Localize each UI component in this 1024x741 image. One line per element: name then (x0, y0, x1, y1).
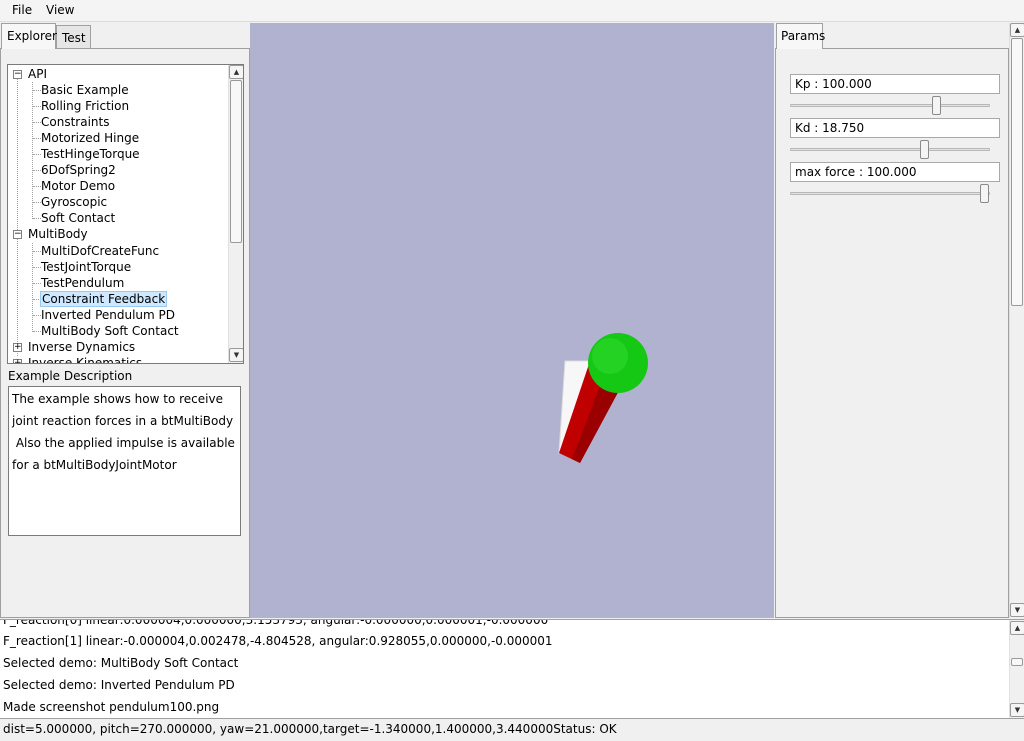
tree-connector (33, 283, 41, 284)
tree-scroll-thumb[interactable] (230, 80, 242, 243)
console-line: Selected demo: Inverted Pendulum PD (3, 678, 235, 692)
tree-item-label: Inverted Pendulum PD (41, 308, 176, 322)
tree-item-label: Motor Demo (41, 179, 116, 193)
tree-item-label: Soft Contact (41, 211, 116, 225)
tree-group-label: API (28, 67, 47, 81)
scroll-down-icon[interactable]: ▼ (1010, 703, 1024, 717)
console-scroll-thumb[interactable] (1011, 658, 1023, 666)
description-line: joint reaction forces in a btMultiBody (12, 414, 234, 428)
max-force-slider[interactable] (790, 192, 990, 195)
description-label: Example Description (8, 369, 133, 383)
tree-item-label: MultiDofCreateFunc (41, 244, 160, 258)
tree-item-label: Gyroscopic (41, 195, 108, 209)
menu-file[interactable]: File (12, 3, 32, 17)
tree-connector (33, 202, 41, 203)
tree-connector (33, 138, 41, 139)
kp-slider[interactable] (790, 104, 990, 107)
max-force-field: max force : 100.000 (790, 162, 1000, 182)
params-scrollbar[interactable]: ▲ ▼ (1009, 23, 1024, 618)
tree-item-label-selected: Constraint Feedback (40, 291, 168, 307)
console-line: F_reaction[1] linear:-0.000004,0.002478,… (3, 634, 553, 648)
tree-group-label: Inverse Dynamics (28, 340, 136, 354)
status-bar: dist=5.000000, pitch=270.000000, yaw=21.… (0, 718, 1024, 741)
tree-item-label: MultiBody Soft Contact (41, 324, 179, 338)
console-line: F_reaction[0] linear:0.000004,0.000000,3… (3, 619, 549, 627)
tree-item-label: TestPendulum (41, 276, 125, 290)
scroll-up-icon[interactable]: ▲ (1010, 621, 1024, 635)
tree-connector (33, 90, 41, 91)
scroll-up-icon[interactable]: ▲ (1010, 23, 1024, 37)
expand-icon[interactable]: + (13, 359, 22, 363)
tree-item-label: TestHingeTorque (41, 147, 140, 161)
tree-connector (33, 186, 41, 187)
expand-icon[interactable]: + (13, 343, 22, 352)
scroll-down-icon[interactable]: ▼ (229, 348, 243, 362)
tree-connector (33, 106, 41, 107)
menu-view[interactable]: View (46, 3, 74, 17)
tree-item-label: TestJointTorque (41, 260, 132, 274)
scroll-up-icon[interactable]: ▲ (229, 65, 243, 79)
description-line: for a btMultiBodyJointMotor (12, 458, 177, 472)
kp-slider-handle[interactable] (932, 96, 941, 115)
console-line: Made screenshot pendulum100.png (3, 700, 220, 714)
tree-scrollbar[interactable]: ▲ ▼ (228, 65, 243, 363)
tree-connector (33, 218, 41, 219)
console-output[interactable]: F_reaction[0] linear:0.000004,0.000000,3… (0, 619, 1024, 718)
tree-group-label: MultiBody (28, 227, 88, 241)
tree-connector (33, 251, 41, 252)
pendulum-scene (558, 333, 648, 463)
tree-connector (33, 122, 41, 123)
tree-connector (33, 154, 41, 155)
viewport-3d[interactable] (250, 23, 774, 618)
description-line: Also the applied impulse is available (12, 436, 235, 450)
params-scroll-thumb[interactable] (1011, 38, 1023, 306)
tree-item-label: Motorized Hinge (41, 131, 140, 145)
tree-connector (33, 267, 41, 268)
kp-field: Kp : 100.000 (790, 74, 1000, 94)
collapse-icon[interactable]: − (13, 230, 22, 239)
menu-bar: File View (0, 0, 1024, 22)
tab-params[interactable]: Params (776, 23, 825, 49)
tree-item-label: Rolling Friction (41, 99, 130, 113)
tab-test[interactable]: Test (56, 25, 91, 49)
tree-root-line (17, 79, 18, 356)
kd-slider[interactable] (790, 148, 990, 151)
tree-connector (33, 331, 41, 332)
kd-slider-handle[interactable] (920, 140, 929, 159)
tree-connector (33, 315, 41, 316)
tree-api-line (32, 82, 33, 219)
max-force-slider-handle[interactable] (980, 184, 989, 203)
tree-multibody-line (32, 243, 33, 332)
kd-field: Kd : 18.750 (790, 118, 1000, 138)
description-box: The example shows how to receive joint r… (8, 386, 241, 536)
console-scrollbar[interactable]: ▲ ▼ (1009, 620, 1024, 718)
collapse-icon[interactable]: − (13, 70, 22, 79)
tree-item-label: Constraints (41, 115, 110, 129)
pendulum-sphere-highlight (592, 338, 628, 374)
example-tree[interactable]: − API Basic Example Rolling Friction Con… (7, 64, 244, 364)
tree-group-label: Inverse Kinematics (28, 356, 143, 364)
tree-item-label: 6DofSpring2 (41, 163, 116, 177)
console-line: Selected demo: MultiBody Soft Contact (3, 656, 239, 670)
tab-explorer[interactable]: Explorer (1, 23, 57, 49)
tree-connector (33, 170, 41, 171)
scroll-down-icon[interactable]: ▼ (1010, 603, 1024, 617)
tree-item-label: Basic Example (41, 83, 129, 97)
description-line: The example shows how to receive (12, 392, 223, 406)
